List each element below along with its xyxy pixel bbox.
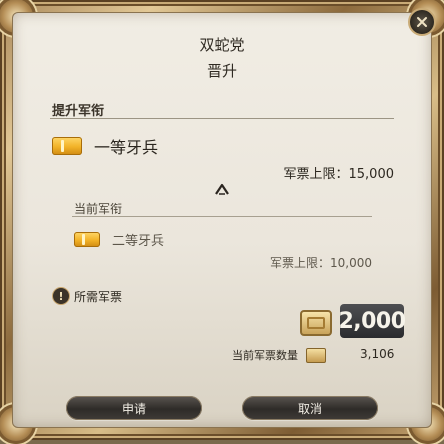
company-seal-icon — [306, 347, 326, 363]
apply-button[interactable]: 申请 — [66, 396, 202, 420]
up-arrow-icon — [215, 183, 229, 195]
section-divider — [50, 118, 394, 119]
required-seals-amount: 2,000 — [338, 304, 406, 338]
required-seals-label: 所需军票 — [74, 289, 123, 304]
close-icon — [417, 17, 427, 27]
subsection-divider — [72, 216, 372, 217]
cancel-button[interactable]: 取消 — [242, 396, 378, 420]
info-icon: ! — [52, 287, 70, 305]
dialog-subtitle: 晋升 — [206, 62, 237, 80]
rank-insignia-icon — [74, 232, 100, 247]
promotion-section-label: 提升军衔 — [52, 104, 105, 119]
close-button[interactable] — [408, 8, 436, 36]
current-rank-label: 二等牙兵 — [112, 234, 165, 249]
current-rank-seal-cap: 军票上限：10,000 — [270, 256, 372, 270]
required-seals-row: ! 所需军票 — [52, 287, 122, 305]
next-rank-seal-cap: 军票上限：15,000 — [283, 167, 395, 182]
current-seals-label: 当前军票数量 — [232, 349, 298, 362]
current-seals-row: 当前军票数量 — [232, 347, 326, 363]
dialog-title: 双蛇党 — [199, 36, 245, 54]
rank-insignia-icon — [52, 137, 82, 155]
current-rank-row: 二等牙兵 — [74, 230, 164, 249]
next-rank-label: 一等牙兵 — [94, 138, 159, 157]
current-seals-value: 3,106 — [360, 347, 395, 361]
current-rank-section-label: 当前军衔 — [74, 202, 123, 216]
company-seal-icon — [300, 310, 332, 336]
next-rank-row: 一等牙兵 — [52, 134, 158, 158]
